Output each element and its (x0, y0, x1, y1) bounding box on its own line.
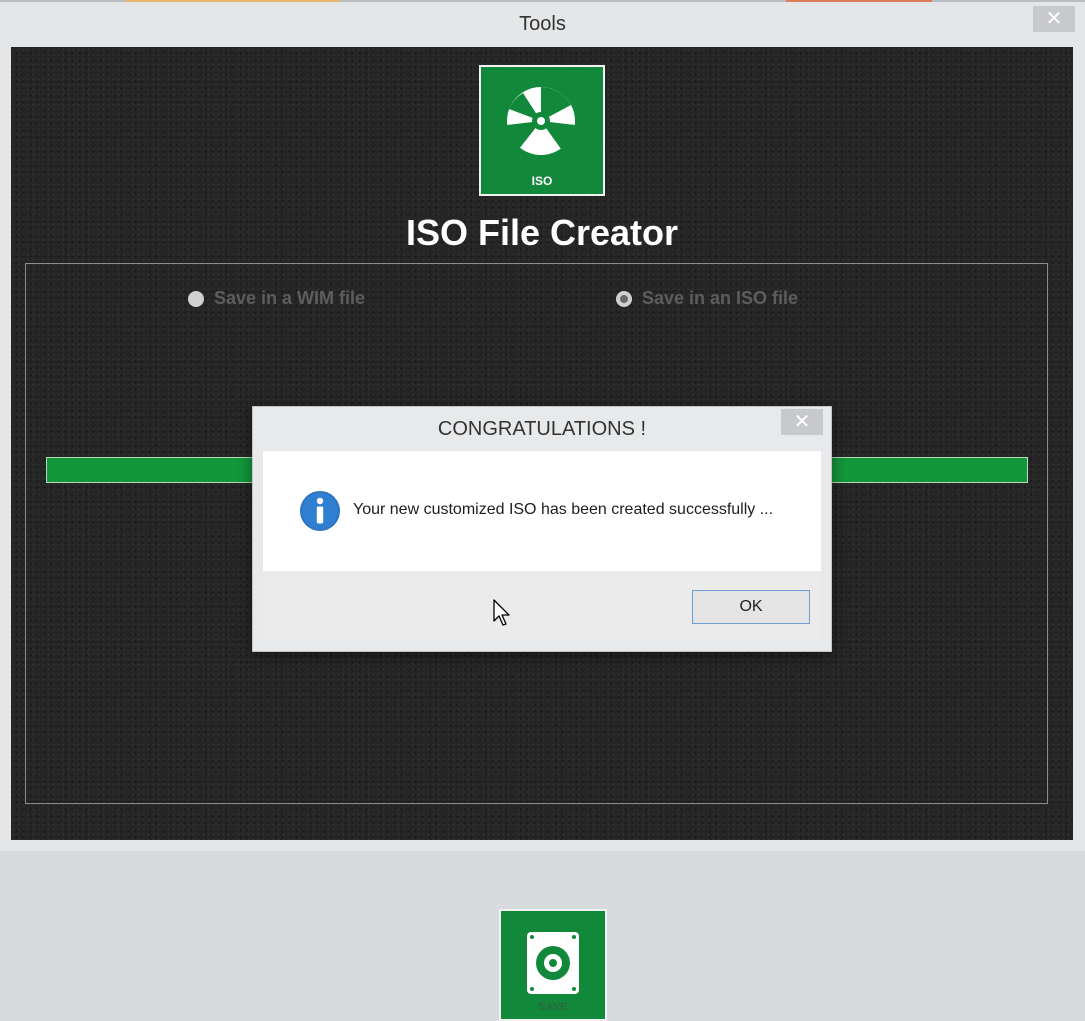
message-area: Your new customized ISO has been created… (263, 451, 821, 571)
radio-label-wim: Save in a WIM file (214, 288, 366, 308)
window-title: Tools (519, 13, 566, 35)
save-button[interactable]: SAVE (499, 909, 607, 1021)
radio-button-checked-icon[interactable] (616, 290, 632, 307)
dialog-button-area: OK (263, 571, 821, 641)
ok-button[interactable]: OK (692, 590, 810, 624)
disc-icon (507, 87, 575, 155)
disk-save-icon (527, 932, 579, 994)
radio-save-iso[interactable]: Save in an ISO file (616, 288, 798, 309)
window-close-button[interactable]: ✕ (1033, 6, 1075, 32)
info-icon (300, 491, 340, 531)
save-caption: SAVE (538, 1001, 568, 1013)
congratulations-dialog: CONGRATULATIONS ! ✕ Your new customized … (252, 406, 832, 652)
dialog-close-button[interactable]: ✕ (781, 409, 823, 435)
dialog-title: CONGRATULATIONS ! (437, 418, 647, 440)
radio-button-icon[interactable] (188, 290, 204, 307)
radio-save-wim[interactable]: Save in a WIM file (188, 288, 365, 309)
app-title: ISO File Creator (405, 212, 679, 253)
radio-label-iso: Save in an ISO file (642, 288, 799, 308)
iso-caption: ISO (531, 174, 553, 188)
dialog-message: Your new customized ISO has been created… (353, 501, 774, 518)
iso-tile: ISO (479, 65, 605, 196)
dialog-body: Your new customized ISO has been created… (263, 451, 821, 641)
mouse-cursor-icon (493, 599, 510, 626)
